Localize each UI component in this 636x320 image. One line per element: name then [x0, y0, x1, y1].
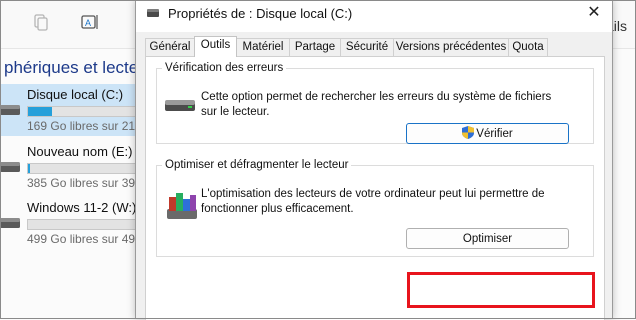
drive-name: Nouveau nom (E:): [27, 144, 133, 159]
error-check-legend: Vérification des erreurs: [165, 62, 284, 74]
rename-icon[interactable]: A: [80, 12, 100, 32]
uac-shield-icon: [462, 126, 475, 139]
hard-drive-icon: [0, 160, 20, 174]
tools-panel: Vérification des erreurs Cette option pe…: [145, 56, 605, 320]
drive-usage-bar: [27, 106, 139, 117]
optimize-description: L'optimisation des lecteurs de votre ord…: [201, 188, 545, 215]
highlight-box: [407, 272, 595, 308]
optimize-button[interactable]: Optimiser: [406, 228, 569, 249]
error-check-description: Cette option permet de rechercher les er…: [201, 91, 552, 118]
drive-free-space: 499 Go libres sur 499: [27, 232, 142, 246]
verify-button[interactable]: Vérifier: [406, 123, 569, 144]
dialog-titlebar[interactable]: Propriétés de : Disque local (C:) ✕: [136, 0, 612, 32]
properties-dialog: Propriétés de : Disque local (C:) ✕ Géné…: [135, 0, 613, 320]
drive-usage-bar: [27, 163, 139, 174]
optimize-group: Optimiser et défragmenter le lecteur L'o…: [156, 159, 594, 257]
drive-icon: [146, 6, 160, 20]
optimize-button-label: Optimiser: [462, 233, 513, 245]
verify-button-label: Vérifier: [476, 128, 513, 140]
close-button[interactable]: ✕: [576, 0, 612, 28]
hard-drive-icon: [0, 216, 20, 230]
tab-quota[interactable]: Quota: [508, 38, 548, 56]
hard-drive-icon: [165, 98, 195, 112]
tab-sharing[interactable]: Partage: [289, 38, 341, 56]
drive-name: Windows 11-2 (W:): [27, 200, 137, 215]
hard-drive-icon: [0, 103, 20, 117]
optimize-legend: Optimiser et défragmenter le lecteur: [165, 159, 349, 171]
drive-usage-bar: [27, 219, 139, 230]
error-check-group: Vérification des erreurs Cette option pe…: [156, 62, 594, 144]
tab-security[interactable]: Sécurité: [340, 38, 394, 56]
tab-previous-versions[interactable]: Versions précédentes: [393, 38, 509, 56]
drive-free-space: 385 Go libres sur 390: [27, 176, 142, 190]
drive-free-space: 169 Go libres sur 215: [27, 119, 142, 133]
svg-text:A: A: [85, 18, 91, 28]
drive-name: Disque local (C:): [27, 87, 124, 102]
tab-hardware[interactable]: Matériel: [236, 38, 290, 56]
defrag-icon: [165, 189, 199, 223]
copy-icon[interactable]: [30, 12, 50, 32]
tab-general[interactable]: Général: [145, 38, 195, 56]
dialog-title: Propriétés de : Disque local (C:): [168, 6, 353, 21]
tab-tools[interactable]: Outils: [194, 36, 237, 57]
